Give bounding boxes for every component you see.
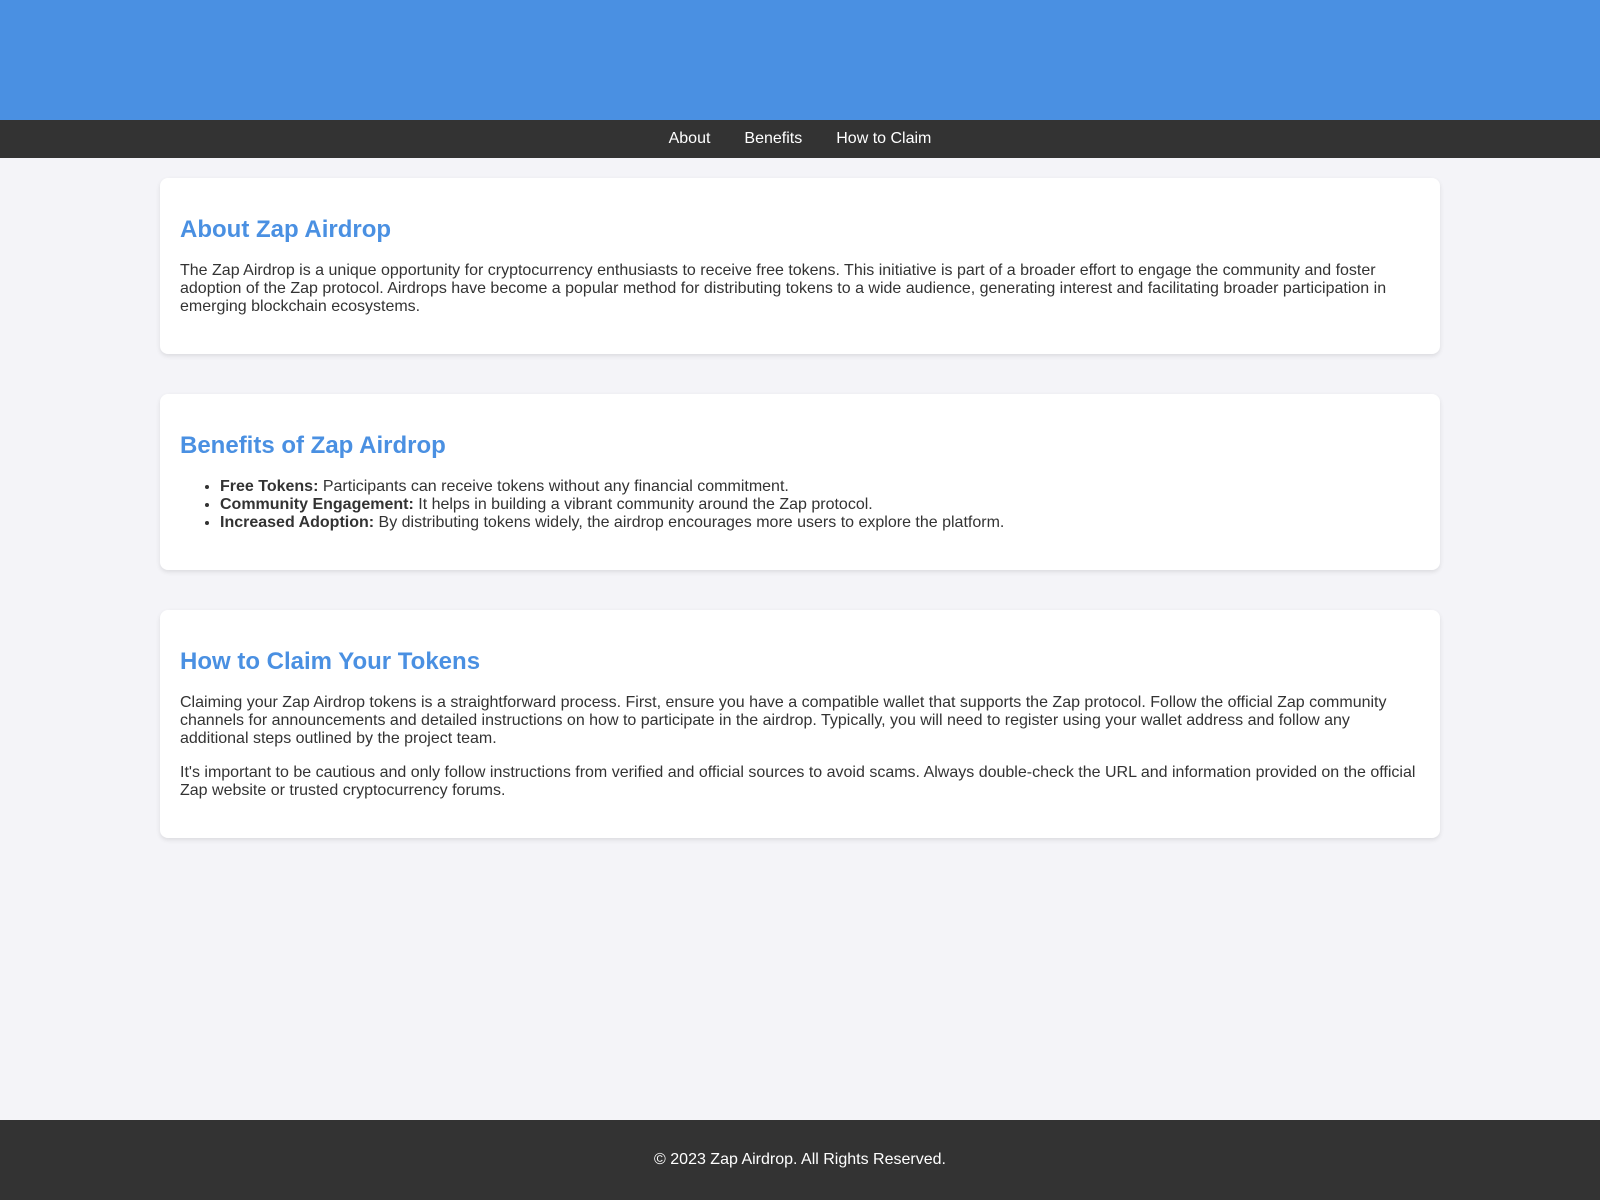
main-content: About Zap Airdrop The Zap Airdrop is a u… [160,178,1440,838]
list-item: Increased Adoption: By distributing toke… [220,514,1420,532]
benefit-text: It helps in building a vibrant community… [413,496,873,513]
nav-link-benefits[interactable]: Benefits [744,120,802,158]
benefits-list: Free Tokens: Participants can receive to… [180,478,1420,532]
claim-section: How to Claim Your Tokens Claiming your Z… [160,610,1440,838]
claim-paragraph: It's important to be cautious and only f… [180,764,1416,799]
benefit-label: Free Tokens: [220,478,319,495]
hero-banner [0,0,1600,120]
claim-paragraph: Claiming your Zap Airdrop tokens is a st… [180,694,1387,747]
benefits-title: Benefits of Zap Airdrop [180,432,446,459]
main-nav: About Benefits How to Claim [0,120,1600,158]
about-title: About Zap Airdrop [180,216,392,243]
benefit-text: Participants can receive tokens without … [318,478,789,495]
list-item: Community Engagement: It helps in buildi… [220,496,1420,514]
nav-link-about[interactable]: About [669,120,711,158]
nav-link-how-to-claim[interactable]: How to Claim [836,120,931,158]
about-section: About Zap Airdrop The Zap Airdrop is a u… [160,178,1440,354]
benefit-label: Community Engagement: [220,496,414,513]
benefit-label: Increased Adoption: [220,514,375,531]
benefit-text: By distributing tokens widely, the airdr… [374,514,1005,531]
benefits-section: Benefits of Zap Airdrop Free Tokens: Par… [160,394,1440,570]
claim-title: How to Claim Your Tokens [180,648,481,675]
list-item: Free Tokens: Participants can receive to… [220,478,1420,496]
footer: © 2023 Zap Airdrop. All Rights Reserved. [0,1120,1600,1200]
about-text: The Zap Airdrop is a unique opportunity … [180,262,1387,315]
footer-copyright: © 2023 Zap Airdrop. All Rights Reserved. [654,1151,946,1168]
